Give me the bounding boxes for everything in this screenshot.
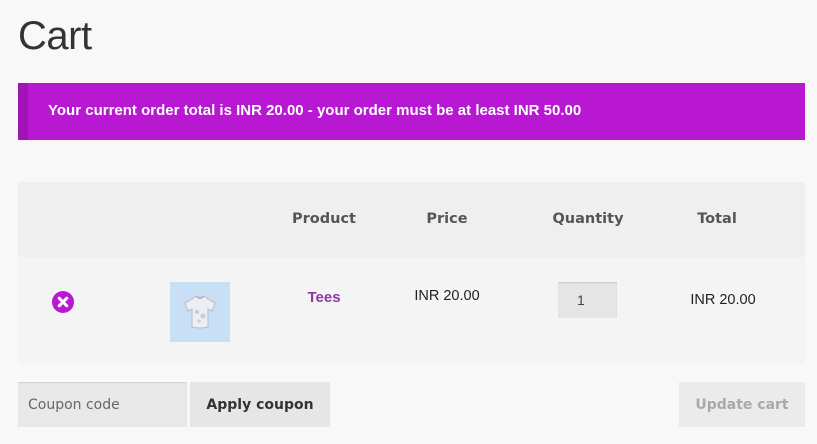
close-circle-icon [57,296,69,308]
notice-message: Your current order total is INR 20.00 - … [48,102,582,119]
apply-coupon-button[interactable]: Apply coupon [190,382,330,427]
quantity-input[interactable] [558,282,617,318]
product-price: INR 20.00 [414,288,480,304]
product-subtotal: INR 20.00 [690,292,756,308]
cart-item-row: Tees INR 20.00 INR 20.00 [18,257,805,364]
column-header-product: Product [292,211,356,227]
remove-item-button[interactable] [52,291,74,313]
page-title: Cart [18,14,92,58]
column-header-total: Total [697,211,737,227]
coupon-code-input[interactable] [18,382,187,427]
product-thumbnail[interactable] [170,282,230,342]
minimum-order-notice: Your current order total is INR 20.00 - … [18,83,805,140]
cart-table: Product Price Quantity Total Tees INR 20… [18,182,805,364]
product-name-link[interactable]: Tees [307,289,340,306]
cart-table-header: Product Price Quantity Total [18,182,805,257]
tshirt-icon [184,295,216,329]
column-header-quantity: Quantity [552,211,624,227]
update-cart-button[interactable]: Update cart [679,382,805,427]
column-header-price: Price [426,211,468,227]
